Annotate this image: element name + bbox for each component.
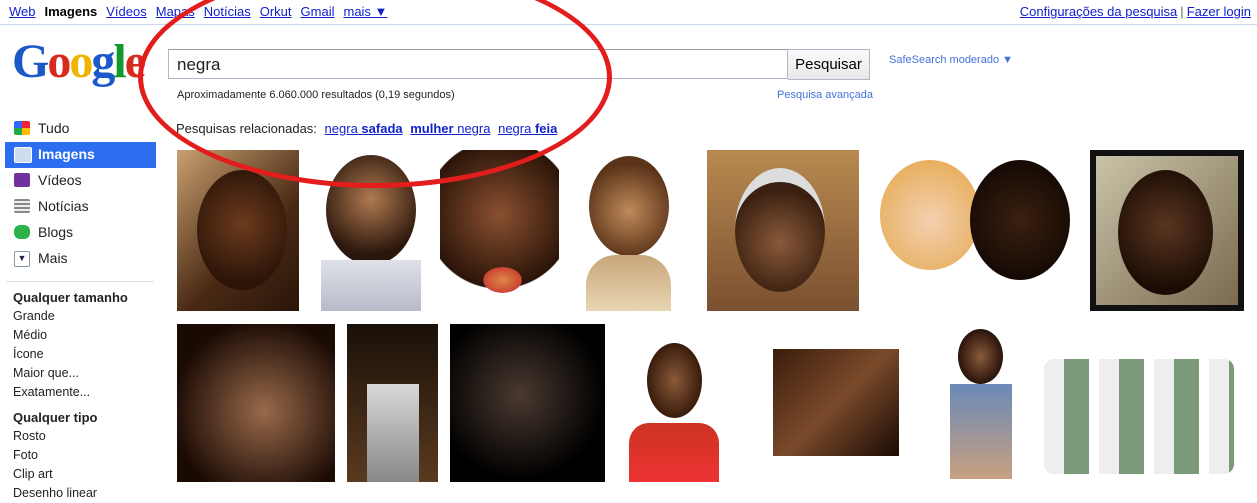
image-result-9[interactable] [347,324,438,482]
sidebar-item-blogs[interactable]: Blogs [0,220,160,246]
blog-bubble-icon [14,225,30,239]
top-nav: Web Imagens Vídeos Mapas Notícias Orkut … [9,4,396,19]
sidebar-item-news[interactable]: Notícias [0,194,160,220]
related-searches: Pesquisas relacionadas: negra safada mul… [176,121,557,136]
type-face[interactable]: Rosto [13,427,160,446]
google-logo[interactable]: Google [12,38,146,86]
nav-maps[interactable]: Mapas [156,4,195,19]
sidebar-item-videos[interactable]: Vídeos [0,168,160,194]
top-right-links: Configurações da pesquisa | Fazer login [1020,4,1251,19]
image-result-4[interactable] [571,150,685,311]
image-result-13[interactable] [940,324,1022,482]
type-line-drawing[interactable]: Desenho linear [13,484,160,503]
size-medium[interactable]: Médio [13,326,160,345]
type-photo[interactable]: Foto [13,446,160,465]
login-link[interactable]: Fazer login [1187,4,1251,19]
image-result-7[interactable] [1090,150,1244,311]
search-input[interactable]: negra [168,49,788,79]
type-filter-heading[interactable]: Qualquer tipo [13,410,160,425]
related-link-1[interactable]: negra safada [325,121,403,136]
advanced-search-link[interactable]: Pesquisa avançada [777,89,873,101]
top-bar: Web Imagens Vídeos Mapas Notícias Orkut … [0,0,1257,25]
all-icon [14,121,30,135]
type-clipart[interactable]: Clip art [13,465,160,484]
size-exactly[interactable]: Exatamente... [13,383,160,402]
size-large[interactable]: Grande [13,307,160,326]
camera-icon [14,147,32,163]
size-icon[interactable]: Ícone [13,345,160,364]
nav-videos[interactable]: Vídeos [106,4,146,19]
news-icon [14,199,30,213]
image-result-6[interactable] [875,150,1078,303]
image-result-14[interactable] [1034,349,1246,482]
result-stats: Aproximadamente 6.060.000 resultados (0,… [177,89,455,101]
image-result-12[interactable] [773,349,899,456]
nav-news[interactable]: Notícias [204,4,251,19]
image-result-8[interactable] [177,324,335,482]
sidebar-item-images[interactable]: Imagens [5,142,156,168]
search-button[interactable]: Pesquisar [788,49,870,80]
separator: | [1180,4,1184,19]
nav-orkut[interactable]: Orkut [260,4,292,19]
size-larger-than[interactable]: Maior que... [13,364,160,383]
related-label: Pesquisas relacionadas: [176,121,317,136]
image-result-10[interactable] [450,324,605,482]
image-result-2[interactable] [311,150,428,311]
sidebar-item-more[interactable]: ▼ Mais [0,246,160,272]
sidebar: Tudo Imagens Vídeos Notícias Blogs ▼ Mais… [0,116,160,503]
nav-web[interactable]: Web [9,4,36,19]
safesearch-dropdown[interactable]: SafeSearch moderado ▼ [889,54,1013,66]
sidebar-divider [6,281,154,282]
related-link-3[interactable]: negra feia [498,121,557,136]
nav-gmail[interactable]: Gmail [301,4,335,19]
film-icon [14,173,30,187]
size-filter-heading[interactable]: Qualquer tamanho [13,290,160,305]
image-result-1[interactable] [177,150,299,311]
image-result-3[interactable] [440,150,559,311]
nav-more[interactable]: mais ▼ [343,4,387,19]
sidebar-item-all[interactable]: Tudo [0,116,160,142]
nav-images[interactable]: Imagens [45,4,98,19]
search-settings-link[interactable]: Configurações da pesquisa [1020,4,1178,19]
related-link-2[interactable]: mulher negra [410,121,490,136]
chevron-down-icon: ▼ [14,251,30,267]
image-result-5[interactable] [707,150,859,311]
image-result-11[interactable] [617,338,732,482]
